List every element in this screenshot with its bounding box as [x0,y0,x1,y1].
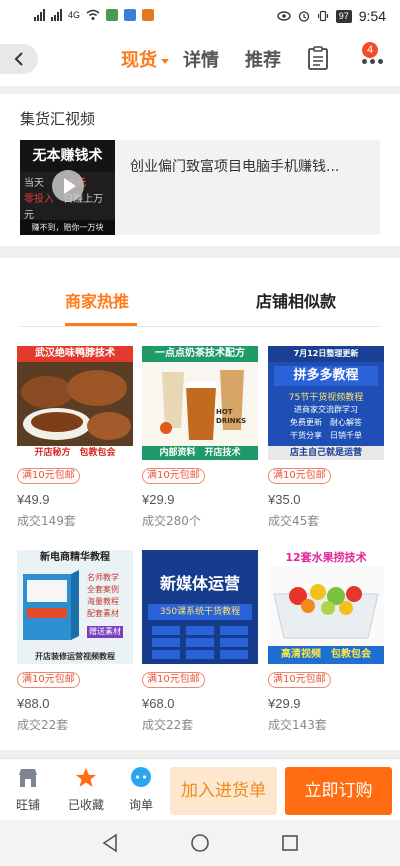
product-image: 12套水果捞技术 高清视频 包教包会 [268,550,384,664]
favorite-button[interactable]: 已收藏 [64,767,108,813]
system-navigation-bar [0,820,400,866]
product-price: ¥68.0 [142,696,175,711]
top-nav-bar: 现货 详情 推荐 4 [0,32,400,86]
product-sold-count: 成交22套 [142,718,194,732]
product-sold-count: 成交143套 [268,718,327,732]
promo-tag: 满10元包邮 [268,468,331,484]
network-label: 4G [68,10,81,20]
vibrate-icon [317,10,328,22]
product-sold-count: 成交45套 [268,514,320,528]
status-right-icons: 97 9:54 [277,8,386,24]
tab-recommend[interactable]: 推荐 [245,46,281,72]
chevron-left-icon [14,52,23,66]
tab-details[interactable]: 详情 [183,46,219,72]
thumb-headline: 无本赚钱术 [20,140,115,172]
product-price: ¥49.9 [17,492,50,507]
drink-illustration [142,362,258,446]
app-notification-icon [124,9,137,21]
inquiry-label: 询单 [128,798,153,812]
product-sold-count: 成交149套 [17,514,76,528]
signal-icon [51,9,62,21]
back-triangle-icon[interactable] [101,833,119,853]
course-grid-illustration [152,626,248,659]
app-notification-icon [142,9,155,21]
tab-similar-items[interactable]: 店铺相似款 [256,288,336,312]
product-image: 7月12日整理更新 拼多多教程 75节干货视频教程 进商家交流群学习 免费更新 … [268,346,384,460]
notification-badge: 4 [362,42,378,58]
caret-down-icon [161,58,169,64]
more-dots-icon [362,59,383,64]
product-sold-count: 成交280个 [142,514,201,528]
buy-now-button[interactable]: 立即订购 [285,767,392,815]
video-title: 创业偏门致富项目电脑手机赚钱... [130,159,340,175]
tab-merchant-hot[interactable]: 商家热推 [65,288,129,312]
promo-tag: 满10元包邮 [142,672,205,688]
product-sold-count: 成交22套 [17,718,69,732]
course-box-illustration [23,570,79,640]
product-price: ¥29.9 [142,492,175,507]
shop-button[interactable]: 旺铺 [8,767,48,813]
battery-level: 97 [335,9,352,23]
product-image: 武汉绝味鸭脖技术 开店秘方 包教包会 [17,346,133,460]
shop-label: 旺铺 [15,798,40,812]
tab-in-stock[interactable]: 现货 [121,46,169,72]
more-menu-button[interactable]: 4 [360,42,386,72]
promo-tag: 满10元包邮 [17,468,80,484]
product-image: 新媒体运营 350课系统干货教程 [142,550,258,664]
products-section: 商家热推 店铺相似款 武汉绝味鸭脖技术 开店秘方 包教包会 满10元包邮 ¥49… [0,258,400,750]
wifi-icon [86,9,100,20]
favorite-label: 已收藏 [67,798,104,812]
alarm-icon [298,11,309,22]
chat-bubble-icon [131,767,151,787]
product-image: 一点点奶茶技术配方 HOT DRINKS 内部资料 开店技术 [142,346,258,460]
promo-tag: 满10元包邮 [142,468,205,484]
product-price: ¥35.0 [268,492,301,507]
bottom-action-bar: 旺铺 已收藏 询单 加入进货单 立即订购 [0,758,400,820]
product-price: ¥88.0 [17,696,50,711]
home-circle-icon[interactable] [190,833,210,853]
video-thumbnail: 无本赚钱术 当天 0元 零投入 日赚上万元 赚不到，赔你一万块 [20,140,115,235]
video-section: 集货汇视频 无本赚钱术 当天 0元 零投入 日赚上万元 赚不到，赔你一万块 创业… [0,94,400,246]
inquiry-button[interactable]: 询单 [121,767,161,813]
recents-square-icon[interactable] [281,834,299,852]
tab-divider [20,326,380,327]
product-image: 新电商精华教程 名师教学 全套案例 海量教程 配套素材 赠送素材 开店装修运营视… [17,550,133,664]
promo-tag: 满10元包邮 [268,672,331,688]
video-section-title: 集货汇视频 [20,110,96,128]
app-notification-icon [106,9,119,21]
back-button[interactable] [0,44,38,74]
video-card[interactable]: 无本赚钱术 当天 0元 零投入 日赚上万元 赚不到，赔你一万块 创业偏门致富项目… [20,140,380,235]
star-icon [76,768,96,787]
fruit-bowl-illustration [268,566,384,646]
clipboard-icon[interactable] [307,46,329,70]
store-icon [19,769,37,787]
clock: 9:54 [358,8,386,24]
status-left-icons: 4G [34,9,155,21]
thumb-footer: 赚不到，赔你一万块 [20,220,115,235]
promo-tag: 满10元包邮 [17,672,80,688]
add-to-cart-button[interactable]: 加入进货单 [170,767,277,815]
play-icon[interactable] [52,170,84,202]
product-price: ¥29.9 [268,696,301,711]
signal-icon [34,9,45,21]
food-illustration [17,362,133,446]
eye-icon [277,11,291,21]
status-bar: 4G 97 9:54 [0,0,400,32]
